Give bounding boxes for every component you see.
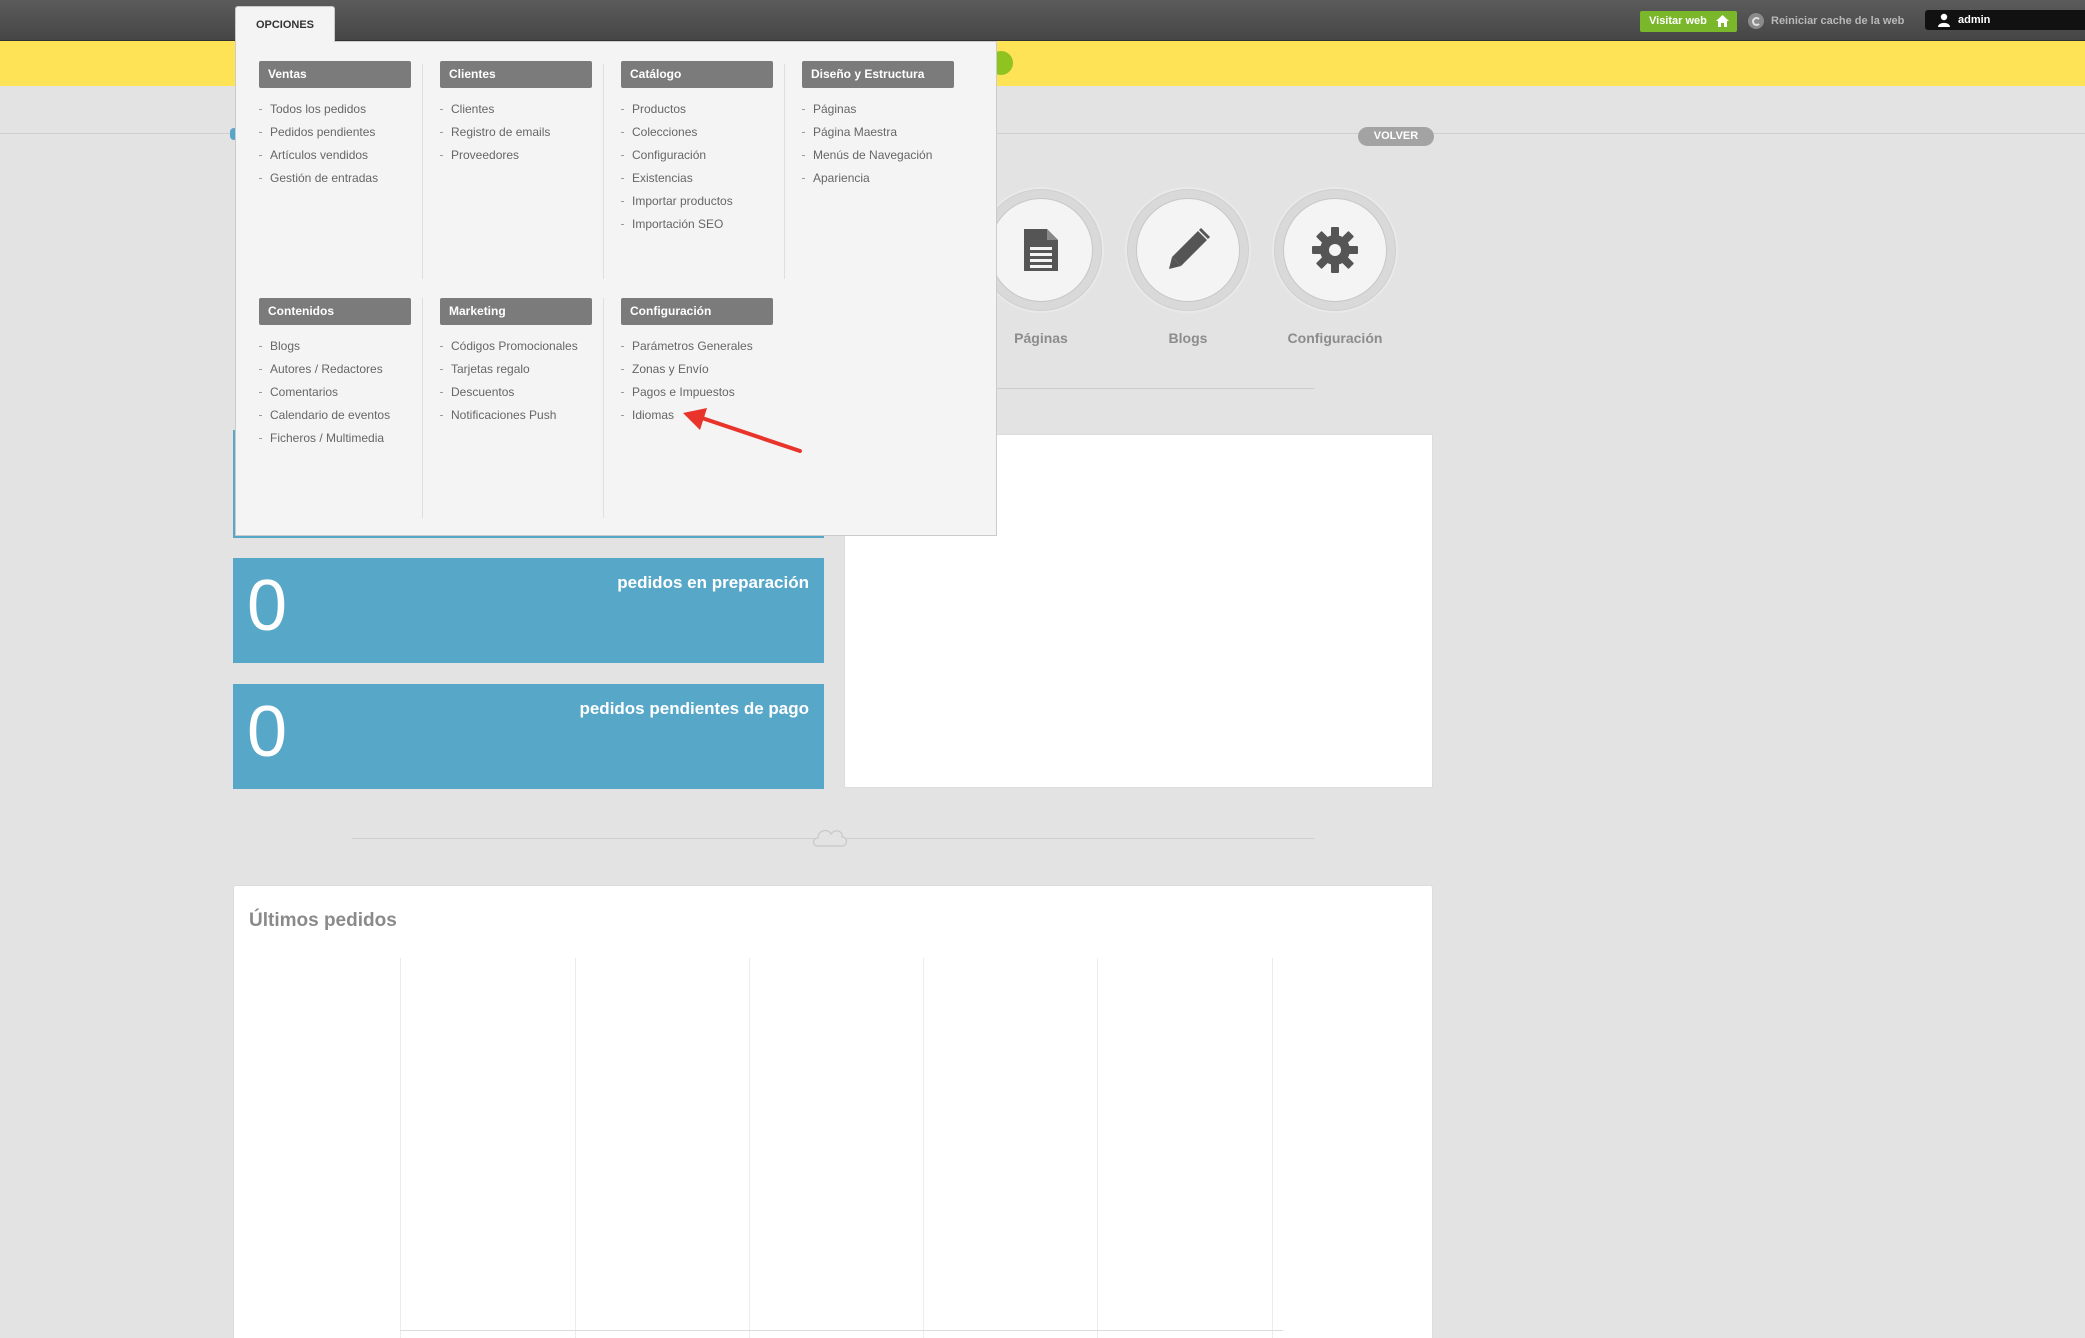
menu-section-header: Clientes xyxy=(440,61,592,88)
menu-item[interactable]: Importar productos xyxy=(621,190,775,213)
menu-item[interactable]: Configuración xyxy=(621,144,775,167)
menu-item[interactable]: Pedidos pendientes xyxy=(259,121,413,144)
visit-web-button[interactable]: Visitar web xyxy=(1640,11,1737,32)
menu-section-header: Marketing xyxy=(440,298,592,325)
shortcut-circle xyxy=(1136,198,1240,302)
shortcut-ring xyxy=(1125,187,1251,313)
options-tab[interactable]: OPCIONES xyxy=(235,6,335,42)
document-icon xyxy=(1024,229,1058,271)
stat-orders-in-preparation[interactable]: 0 pedidos en preparación xyxy=(233,558,824,663)
stat-label: pedidos en preparación xyxy=(617,573,809,592)
menu-item[interactable]: Descuentos xyxy=(440,381,594,404)
menu-column-ventas: Ventas Todos los pedidos Pedidos pendien… xyxy=(232,61,413,190)
menu-item[interactable]: Registro de emails xyxy=(440,121,594,144)
shortcut-label: Configuración xyxy=(1287,330,1383,346)
menu-item[interactable]: Comentarios xyxy=(259,381,413,404)
menu-section-header: Contenidos xyxy=(259,298,411,325)
shortcut-circle xyxy=(989,198,1093,302)
menu-section-header: Catálogo xyxy=(621,61,773,88)
shortcut-circle xyxy=(1283,198,1387,302)
shortcut-label: Blogs xyxy=(1168,330,1208,346)
reset-cache-label: Reiniciar cache de la web xyxy=(1771,15,1905,27)
menu-column-marketing: Marketing Códigos Promocionales Tarjetas… xyxy=(413,298,594,427)
menu-item[interactable]: Autores / Redactores xyxy=(259,358,413,381)
shortcut-settings[interactable]: Configuración xyxy=(1272,187,1398,346)
menu-section-header: Diseño y Estructura xyxy=(802,61,954,88)
reset-cache-link[interactable]: Reiniciar cache de la web xyxy=(1748,12,1904,30)
grid-line xyxy=(923,958,924,1338)
options-dropdown-menu: Ventas Todos los pedidos Pedidos pendien… xyxy=(235,41,997,536)
stat-number: 0 xyxy=(247,692,288,772)
user-menu[interactable]: admin xyxy=(1925,10,2085,30)
menu-item[interactable]: Clientes xyxy=(440,98,594,121)
menu-item[interactable]: Blogs xyxy=(259,335,413,358)
stat-label: pedidos pendientes de pago xyxy=(579,699,809,718)
menu-item[interactable]: Importación SEO xyxy=(621,213,775,236)
menu-column-contenidos: Contenidos Blogs Autores / Redactores Co… xyxy=(232,298,413,450)
menu-section-header: Configuración xyxy=(621,298,773,325)
grid-line xyxy=(1097,958,1098,1338)
menu-item[interactable]: Notificaciones Push xyxy=(440,404,594,427)
chart-baseline xyxy=(400,1330,1283,1331)
menu-item[interactable]: Ficheros / Multimedia xyxy=(259,427,413,450)
stat-number: 0 xyxy=(247,566,288,646)
home-icon xyxy=(1716,15,1729,27)
shortcut-ring xyxy=(1272,187,1398,313)
reload-icon xyxy=(1748,13,1764,29)
section-divider xyxy=(980,388,1314,389)
menu-item[interactable]: Página Maestra xyxy=(802,121,956,144)
menu-item[interactable]: Pagos e Impuestos xyxy=(621,381,775,404)
grid-line xyxy=(1272,958,1273,1338)
menu-item[interactable]: Proveedores xyxy=(440,144,594,167)
menu-item[interactable]: Todos los pedidos xyxy=(259,98,413,121)
menu-item[interactable]: Artículos vendidos xyxy=(259,144,413,167)
menu-item[interactable]: Apariencia xyxy=(802,167,956,190)
gear-icon xyxy=(1312,227,1358,273)
menu-item[interactable]: Parámetros Generales xyxy=(621,335,775,358)
stat-orders-pending-payment[interactable]: 0 pedidos pendientes de pago xyxy=(233,684,824,789)
annotation-arrow-icon xyxy=(683,408,802,453)
user-icon xyxy=(1938,13,1950,27)
shortcut-blogs[interactable]: Blogs xyxy=(1125,187,1251,346)
menu-item[interactable]: Calendario de eventos xyxy=(259,404,413,427)
user-name: admin xyxy=(1958,14,1991,26)
visit-web-label: Visitar web xyxy=(1649,15,1707,27)
pencil-icon xyxy=(1169,227,1211,269)
menu-item[interactable]: Menús de Navegación xyxy=(802,144,956,167)
menu-item[interactable]: Páginas xyxy=(802,98,956,121)
menu-item[interactable]: Colecciones xyxy=(621,121,775,144)
menu-section-header: Ventas xyxy=(259,61,411,88)
menu-item[interactable]: Existencias xyxy=(621,167,775,190)
menu-item[interactable]: Códigos Promocionales xyxy=(440,335,594,358)
grid-line xyxy=(575,958,576,1338)
grid-line xyxy=(749,958,750,1338)
grid-line xyxy=(400,958,401,1338)
menu-column-catalogo: Catálogo Productos Colecciones Configura… xyxy=(594,61,775,236)
back-button[interactable]: VOLVER xyxy=(1358,127,1434,146)
cloud-icon xyxy=(812,829,848,847)
menu-item[interactable]: Gestión de entradas xyxy=(259,167,413,190)
menu-column-clientes: Clientes Clientes Registro de emails Pro… xyxy=(413,61,594,167)
menu-column-diseno: Diseño y Estructura Páginas Página Maest… xyxy=(775,61,956,190)
latest-orders-title: Últimos pedidos xyxy=(249,910,397,931)
menu-item[interactable]: Tarjetas regalo xyxy=(440,358,594,381)
menu-item[interactable]: Productos xyxy=(621,98,775,121)
latest-orders-panel: Últimos pedidos xyxy=(233,885,1433,1338)
menu-item[interactable]: Zonas y Envío xyxy=(621,358,775,381)
